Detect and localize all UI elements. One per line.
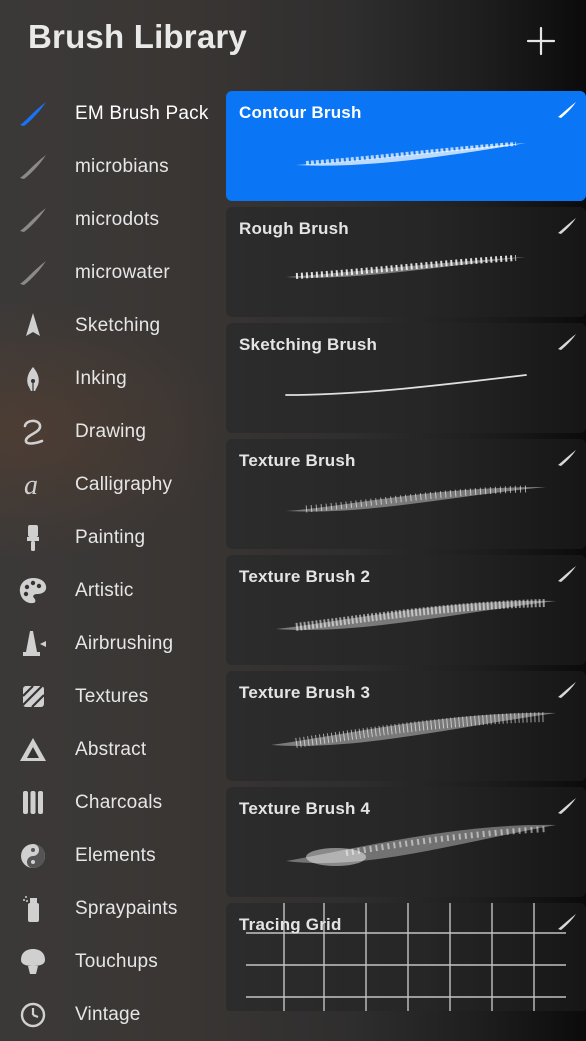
sidebar-item-label: Inking bbox=[75, 368, 127, 389]
brush-type-icon bbox=[558, 566, 576, 582]
sidebar-item-airbrushing[interactable]: Airbrushing bbox=[0, 617, 222, 670]
sidebar-item-label: Drawing bbox=[75, 421, 147, 442]
brush-name: Texture Brush bbox=[239, 451, 356, 470]
brush-card-texture-2[interactable]: Texture Brush 2 bbox=[226, 555, 586, 665]
sidebar-item-touchups[interactable]: Touchups bbox=[0, 935, 222, 988]
sidebar-item-spraypaints[interactable]: Spraypaints bbox=[0, 882, 222, 935]
palette-icon bbox=[14, 574, 52, 608]
brush-card-texture-3[interactable]: Texture Brush 3 bbox=[226, 671, 586, 781]
brush-name: Rough Brush bbox=[239, 219, 349, 238]
brush-card-contour[interactable]: Contour Brush bbox=[226, 91, 586, 201]
brush-name: Texture Brush 4 bbox=[239, 799, 371, 818]
calligraphy-a-icon: a bbox=[14, 468, 52, 502]
charcoal-sticks-icon bbox=[14, 786, 52, 820]
texture-icon bbox=[14, 680, 52, 714]
sidebar-item-vintage[interactable]: Vintage bbox=[0, 988, 222, 1041]
sidebar-item-microwater[interactable]: microwater bbox=[0, 246, 222, 299]
brush-name: Sketching Brush bbox=[239, 335, 378, 354]
sidebar-item-label: Spraypaints bbox=[75, 898, 178, 919]
clock-icon bbox=[14, 998, 52, 1032]
sidebar-item-label: microdots bbox=[75, 209, 160, 230]
brush-type-icon bbox=[558, 334, 576, 350]
page-title: Brush Library bbox=[28, 18, 247, 55]
sidebar-item-sketching[interactable]: Sketching bbox=[0, 299, 222, 352]
sidebar-item-microdots[interactable]: microdots bbox=[0, 193, 222, 246]
sidebar-item-label: Touchups bbox=[75, 951, 158, 972]
sidebar-item-abstract[interactable]: Abstract bbox=[0, 723, 222, 776]
sidebar-item-calligraphy[interactable]: a Calligraphy bbox=[0, 458, 222, 511]
sidebar-item-artistic[interactable]: Artistic bbox=[0, 564, 222, 617]
sidebar-item-label: Abstract bbox=[75, 739, 147, 760]
sidebar-item-em-brush-pack[interactable]: EM Brush Pack bbox=[0, 87, 222, 140]
brush-name: Contour Brush bbox=[239, 103, 362, 122]
brush-card-sketching[interactable]: Sketching Brush bbox=[226, 323, 586, 433]
brush-card-tracing-grid[interactable]: Tracing Grid bbox=[226, 903, 586, 1011]
sidebar-item-label: Sketching bbox=[75, 315, 161, 336]
sidebar-item-label: Charcoals bbox=[75, 792, 163, 813]
brush-stroke-icon bbox=[14, 203, 52, 237]
paint-brush-icon bbox=[14, 521, 52, 555]
yin-yang-icon bbox=[14, 839, 52, 873]
sidebar-item-label: EM Brush Pack bbox=[75, 103, 209, 124]
spray-can-icon bbox=[14, 892, 52, 926]
powder-brush-icon bbox=[14, 945, 52, 979]
brush-stroke-icon bbox=[14, 256, 52, 290]
brush-name: Texture Brush 2 bbox=[239, 567, 371, 586]
brush-card-rough[interactable]: Rough Brush bbox=[226, 207, 586, 317]
sidebar-item-label: Elements bbox=[75, 845, 156, 866]
sidebar-item-label: Artistic bbox=[75, 580, 134, 601]
brush-type-icon bbox=[558, 914, 576, 930]
sidebar-item-label: Calligraphy bbox=[75, 474, 173, 495]
brush-type-icon bbox=[558, 218, 576, 234]
plus-icon bbox=[526, 26, 556, 56]
add-button[interactable] bbox=[520, 20, 562, 62]
airbrush-icon bbox=[14, 627, 52, 661]
header: Brush Library bbox=[0, 0, 586, 85]
brush-card-texture-4[interactable]: Texture Brush 4 bbox=[226, 787, 586, 897]
brush-sets-sidebar: EM Brush Pack microbians microdots micro… bbox=[0, 87, 222, 1028]
pen-nib-icon bbox=[14, 362, 52, 396]
brush-type-icon bbox=[558, 102, 576, 118]
sidebar-item-label: Airbrushing bbox=[75, 633, 174, 654]
triangle-icon bbox=[14, 733, 52, 767]
sidebar-item-label: Painting bbox=[75, 527, 146, 548]
sidebar-item-elements[interactable]: Elements bbox=[0, 829, 222, 882]
sidebar-item-painting[interactable]: Painting bbox=[0, 511, 222, 564]
sidebar-item-label: microwater bbox=[75, 262, 170, 283]
brush-type-icon bbox=[558, 682, 576, 698]
svg-text:a: a bbox=[24, 470, 38, 501]
sidebar-item-microbians[interactable]: microbians bbox=[0, 140, 222, 193]
brush-card-texture[interactable]: Texture Brush bbox=[226, 439, 586, 549]
brush-list: Contour Brush Rough Brush Sketching Brus… bbox=[226, 91, 586, 1011]
brush-stroke-icon bbox=[14, 150, 52, 184]
sidebar-item-charcoals[interactable]: Charcoals bbox=[0, 776, 222, 829]
brush-type-icon bbox=[558, 798, 576, 814]
brush-type-icon bbox=[558, 450, 576, 466]
brush-name: Tracing Grid bbox=[239, 915, 342, 934]
brush-name: Texture Brush 3 bbox=[239, 683, 371, 702]
sidebar-item-label: Textures bbox=[75, 686, 149, 707]
squiggle-icon bbox=[14, 415, 52, 449]
sidebar-item-label: microbians bbox=[75, 156, 169, 177]
brush-stroke-icon bbox=[14, 97, 52, 131]
sidebar-item-label: Vintage bbox=[75, 1004, 141, 1025]
sidebar-item-textures[interactable]: Textures bbox=[0, 670, 222, 723]
sidebar-item-drawing[interactable]: Drawing bbox=[0, 405, 222, 458]
pencil-tip-icon bbox=[14, 309, 52, 343]
sidebar-item-inking[interactable]: Inking bbox=[0, 352, 222, 405]
